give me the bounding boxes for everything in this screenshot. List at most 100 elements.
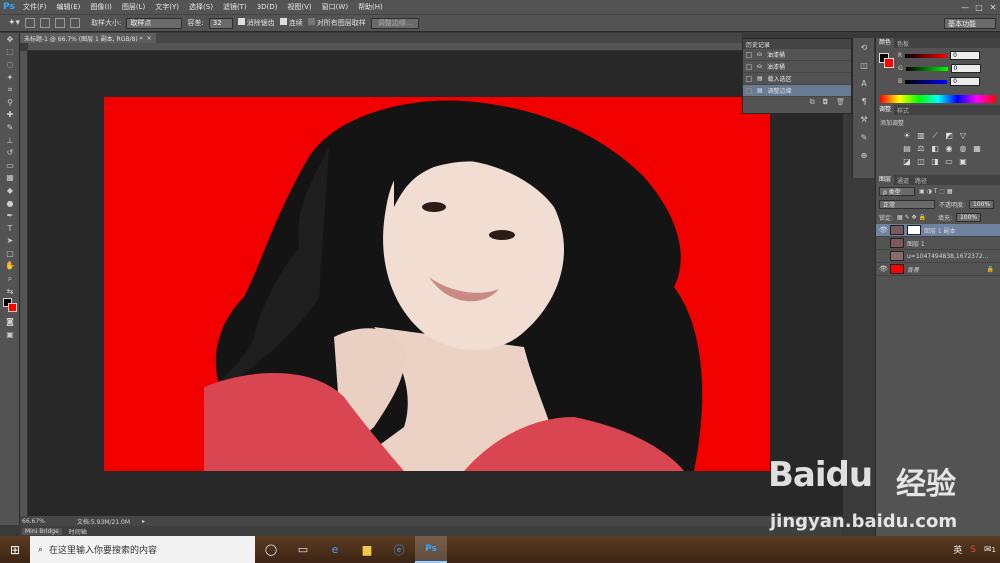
posterize-icon[interactable]: ◫ (916, 157, 926, 167)
screen-mode-icon[interactable]: ▣ (0, 328, 20, 341)
refine-edge-button[interactable]: 调整边缘... (370, 17, 420, 29)
dodge-tool-icon[interactable]: ● (0, 197, 20, 210)
history-item-selected[interactable]: ▤ 调整边缘 (743, 85, 851, 97)
layer-row[interactable]: u=1047494838,1672372... (876, 250, 1000, 263)
background-swatch[interactable] (8, 303, 17, 313)
selective-color-icon[interactable]: ▣ (958, 157, 968, 167)
ime-indicator[interactable]: 英 (953, 543, 962, 556)
antialias-option[interactable]: 消除锯齿 (237, 18, 275, 28)
menu-filter[interactable]: 滤镜(T) (218, 2, 252, 12)
layer-name[interactable]: 背景 (907, 265, 919, 274)
shape-tool-icon[interactable]: ▢ (0, 247, 20, 260)
healing-tool-icon[interactable]: ✚ (0, 109, 20, 122)
marquee-tool-icon[interactable]: ⬚ (0, 46, 20, 59)
subtract-selection-icon[interactable] (55, 18, 66, 28)
b-value[interactable]: 0 (950, 77, 981, 86)
layer-row[interactable]: 👁 背景 🔒 (876, 263, 1000, 276)
eye-icon[interactable]: 👁 (879, 265, 888, 273)
menu-view[interactable]: 视图(V) (282, 2, 316, 12)
blue-slider[interactable] (905, 79, 948, 84)
tab-color[interactable]: 颜色 (876, 38, 895, 48)
tolerance-input[interactable]: 32 (208, 17, 233, 29)
sample-size-select[interactable]: 取样点 (126, 17, 183, 29)
layer-name[interactable]: 图层 1 副本 (924, 226, 956, 235)
history-dock-icon[interactable]: ⟲ (853, 38, 875, 56)
document-tab[interactable]: 未标题-1 @ 66.7% (图层 1 副本, RGB/8) * × (20, 33, 156, 43)
menu-type[interactable]: 文字(Y) (150, 2, 184, 12)
menu-window[interactable]: 窗口(W) (317, 2, 353, 12)
new-selection-icon[interactable] (25, 18, 36, 28)
tab-channels[interactable]: 通道 (894, 176, 912, 185)
threshold-icon[interactable]: ◨ (930, 157, 940, 167)
status-menu-arrow-icon[interactable]: ▸ (142, 518, 145, 525)
vibrance-icon[interactable]: ▽ (958, 131, 968, 141)
history-snapshot-box[interactable] (746, 51, 752, 58)
layer-kind-select[interactable]: ρ 类型 (879, 187, 915, 196)
path-selection-tool-icon[interactable]: ➤ (0, 235, 20, 248)
tab-swatches[interactable]: 色板 (894, 39, 912, 48)
tool-presets-dock-icon[interactable]: ⚒ (853, 110, 875, 128)
menu-help[interactable]: 帮助(H) (353, 2, 388, 12)
color-balance-icon[interactable]: ⚖ (916, 144, 926, 154)
history-panel-title[interactable]: 历史记录 (743, 39, 851, 49)
menu-edit[interactable]: 编辑(E) (52, 2, 86, 12)
layer-row[interactable]: 图层 1 (876, 237, 1000, 250)
eraser-tool-icon[interactable]: ▭ (0, 159, 20, 172)
new-document-from-state-icon[interactable]: ⧉ (810, 98, 815, 107)
layer-row[interactable]: 👁 图层 1 副本 (876, 224, 1000, 237)
workspace-select[interactable]: 基本功能 (944, 18, 996, 29)
windows-start-icon[interactable]: ⊞ (0, 536, 30, 563)
opacity-input[interactable]: 100% (969, 200, 995, 209)
edge-icon[interactable]: e (319, 536, 351, 563)
move-tool-icon[interactable]: ✥ (0, 33, 20, 46)
menu-file[interactable]: 文件(F) (18, 2, 52, 12)
tab-layers[interactable]: 图层 (876, 175, 895, 185)
close-tab-icon[interactable]: × (147, 35, 152, 42)
magic-wand-icon[interactable]: ✦▾ (8, 18, 20, 28)
menu-layer[interactable]: 图层(L) (117, 2, 150, 12)
history-item[interactable]: ⛀ 油漆桶 (743, 61, 851, 73)
fill-input[interactable]: 100% (955, 213, 982, 222)
clone-source-dock-icon[interactable]: ⊕ (853, 146, 875, 164)
g-value[interactable]: 0 (950, 64, 981, 73)
menu-select[interactable]: 选择(S) (184, 2, 218, 12)
tab-adjustments[interactable]: 调整 (876, 105, 895, 115)
layer-name[interactable]: u=1047494838,1672372... (907, 253, 988, 260)
type-tool-icon[interactable]: T (0, 222, 20, 235)
camera-icon[interactable]: ◘ (823, 98, 829, 106)
visibility-box[interactable] (879, 239, 887, 247)
menu-3d[interactable]: 3D(D) (252, 3, 283, 11)
lock-icons[interactable]: ▦ ✎ ✥ 🔒 (897, 214, 926, 221)
tab-paths[interactable]: 路径 (912, 176, 930, 185)
menu-image[interactable]: 图像(I) (85, 2, 117, 12)
blur-tool-icon[interactable]: ◆ (0, 184, 20, 197)
document-image[interactable] (104, 97, 770, 471)
eyedropper-tool-icon[interactable]: ⚲ (0, 96, 20, 109)
history-item[interactable]: ▤ 载入选区 (743, 73, 851, 85)
layer-mask-thumbnail[interactable] (907, 225, 921, 235)
color-swatches[interactable] (0, 297, 20, 315)
color-lookup-icon[interactable]: ▦ (972, 144, 982, 154)
stamp-tool-icon[interactable]: ⊥ (0, 134, 20, 147)
exposure-icon[interactable]: ◩ (944, 131, 954, 141)
character-dock-icon[interactable]: A (853, 74, 875, 92)
maximize-button[interactable]: □ (972, 0, 986, 14)
red-slider[interactable] (905, 53, 948, 58)
tab-styles[interactable]: 样式 (894, 106, 912, 115)
brush-tool-icon[interactable]: ✎ (0, 121, 20, 134)
magic-wand-tool-icon[interactable]: ✦ (0, 71, 20, 84)
layer-name[interactable]: 图层 1 (907, 239, 925, 248)
notification-icon[interactable]: ✉1 (984, 545, 996, 555)
curves-icon[interactable]: ⟋ (930, 131, 940, 141)
brush-dock-icon[interactable]: ✎ (853, 128, 875, 146)
trash-icon[interactable]: 🗑 (836, 98, 845, 106)
ie-icon[interactable]: ⓔ (383, 536, 415, 563)
antialias-checkbox[interactable] (237, 18, 245, 25)
crop-tool-icon[interactable]: ⌗ (0, 83, 20, 96)
black-white-icon[interactable]: ◧ (930, 144, 940, 154)
hand-tool-icon[interactable]: ✋ (0, 260, 20, 273)
tab-mini-bridge[interactable]: Mini Bridge (22, 527, 62, 535)
task-view-icon[interactable]: ◯ (255, 536, 287, 563)
green-slider[interactable] (905, 66, 948, 71)
color-spectrum[interactable] (880, 95, 996, 103)
